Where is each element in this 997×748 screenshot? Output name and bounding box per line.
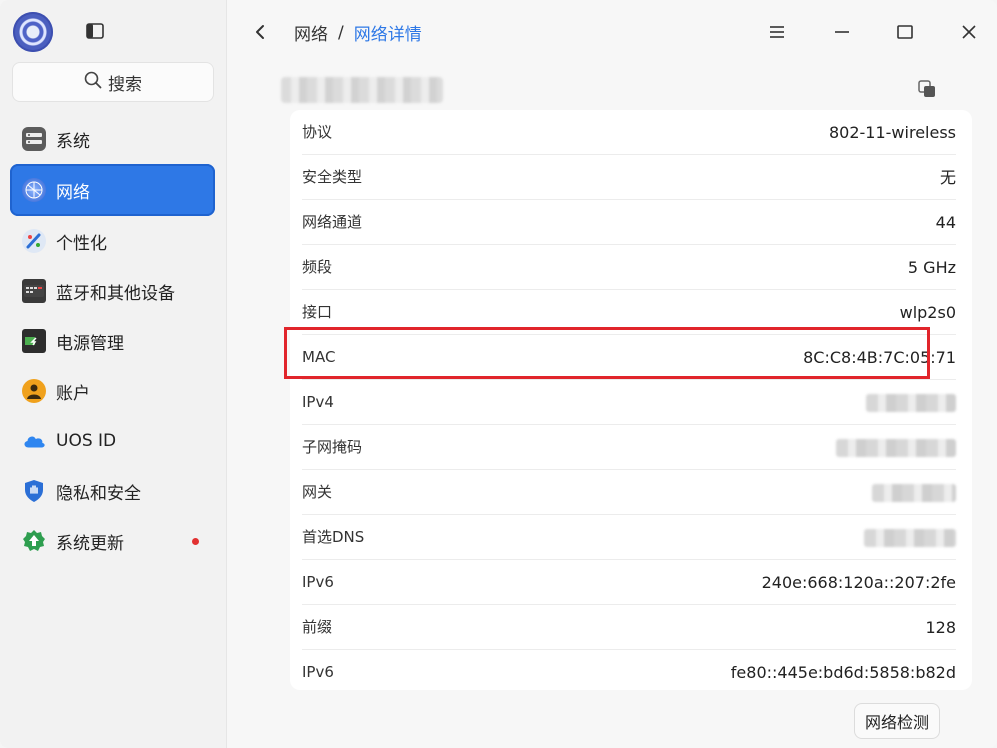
breadcrumb: 网络 / 网络详情: [294, 20, 422, 46]
copy-icon[interactable]: [918, 80, 936, 98]
personalization-icon: [22, 229, 46, 253]
sidebar: 搜索 系统 网络 个性化 蓝牙和其他设备 电源管理 账户 UOS ID 隐私和安…: [0, 0, 227, 748]
detail-row-ipv6-link-local: IPv6 fe80::445e:bd6d:5858:b82d: [290, 650, 972, 695]
detail-key: 子网掩码: [302, 438, 363, 456]
detail-row-channel: 网络通道 44: [290, 200, 972, 245]
redacted-value: [864, 529, 956, 547]
detail-key: 安全类型: [302, 168, 363, 186]
back-button[interactable]: [251, 22, 271, 42]
detail-key: IPv4: [302, 393, 334, 411]
detail-key: 前缀: [302, 618, 333, 636]
titlebar: 网络 / 网络详情: [227, 0, 997, 64]
detail-row-protocol: 协议 802-11-wireless: [290, 110, 972, 155]
detail-key: IPv6: [302, 663, 334, 681]
breadcrumb-current: 网络详情: [353, 25, 422, 45]
detail-row-ipv4: IPv4: [290, 380, 972, 425]
detail-value: 5 GHz: [907, 258, 956, 277]
detail-value: 802-11-wireless: [828, 123, 956, 142]
detail-key: 网络通道: [302, 213, 363, 231]
network-details-card: 协议 802-11-wireless 安全类型 无 网络通道 44 频段 5 G…: [290, 110, 972, 690]
redacted-value: [866, 394, 956, 412]
update-badge-dot: [192, 537, 199, 545]
close-button[interactable]: [959, 22, 979, 42]
account-icon: [22, 379, 46, 403]
sidebar-item-update[interactable]: 系统更新: [10, 516, 215, 566]
sidebar-item-label: 系统更新: [56, 533, 124, 554]
detail-key: IPv6: [302, 573, 334, 591]
sidebar-item-label: 网络: [56, 182, 90, 203]
sidebar-item-power[interactable]: 电源管理: [10, 316, 215, 366]
sidebar-toggle-icon[interactable]: [86, 23, 104, 39]
mac-highlight-box: [284, 327, 930, 379]
settings-window: 搜索 系统 网络 个性化 蓝牙和其他设备 电源管理 账户 UOS ID 隐私和安…: [0, 0, 997, 748]
detail-row-gateway: 网关: [290, 470, 972, 515]
detail-value: 无: [939, 168, 956, 187]
detail-row-security: 安全类型 无: [290, 155, 972, 200]
detail-key: 频段: [302, 258, 333, 276]
sidebar-item-label: UOS ID: [56, 431, 117, 451]
control-center-logo-icon: [13, 12, 53, 52]
detail-value: 128: [925, 618, 956, 637]
detail-key: 首选DNS: [302, 528, 365, 546]
sidebar-item-label: 隐私和安全: [56, 483, 141, 504]
detail-value: fe80::445e:bd6d:5858:b82d: [730, 663, 956, 682]
breadcrumb-parent[interactable]: 网络: [294, 20, 328, 45]
power-icon: [22, 329, 46, 353]
detail-row-dns: 首选DNS: [290, 515, 972, 560]
minimize-button[interactable]: [832, 22, 852, 42]
search-icon: [84, 71, 102, 93]
maximize-button[interactable]: [895, 22, 915, 42]
sidebar-nav: 系统 网络 个性化 蓝牙和其他设备 电源管理 账户 UOS ID 隐私和安全 系…: [10, 114, 215, 566]
sidebar-item-system[interactable]: 系统: [10, 114, 215, 164]
sidebar-item-label: 蓝牙和其他设备: [56, 283, 175, 304]
sidebar-item-label: 个性化: [56, 233, 107, 254]
sidebar-item-network[interactable]: 网络: [10, 164, 215, 216]
maximize-icon: [897, 25, 913, 39]
sidebar-item-privacy[interactable]: 隐私和安全: [10, 466, 215, 516]
cloud-icon: [22, 429, 46, 453]
breadcrumb-separator: /: [338, 22, 344, 43]
menu-button[interactable]: [767, 22, 787, 42]
detail-row-band: 频段 5 GHz: [290, 245, 972, 290]
detail-key: 协议: [302, 123, 333, 141]
chevron-left-icon: [256, 25, 264, 39]
close-icon: [962, 25, 976, 39]
sidebar-item-account[interactable]: 账户: [10, 366, 215, 416]
detail-row-prefix: 前缀 128: [290, 605, 972, 650]
sidebar-item-bluetooth[interactable]: 蓝牙和其他设备: [10, 266, 215, 316]
detail-value: 240e:668:120a::207:2fe: [761, 573, 956, 592]
network-name-redacted: [281, 77, 443, 103]
network-check-button[interactable]: 网络检测: [854, 703, 940, 739]
sidebar-item-label: 账户: [56, 383, 90, 404]
sidebar-item-uos-id[interactable]: UOS ID: [10, 416, 215, 466]
privacy-shield-icon: [22, 479, 46, 503]
detail-key: 网关: [302, 483, 333, 501]
minimize-icon: [835, 31, 849, 33]
redacted-value: [872, 484, 956, 502]
system-icon: [22, 127, 46, 151]
sidebar-item-label: 系统: [56, 131, 90, 152]
bluetooth-devices-icon: [22, 279, 46, 303]
detail-row-ipv6-global: IPv6 240e:668:120a::207:2fe: [290, 560, 972, 605]
detail-value: 44: [935, 213, 956, 232]
search-box[interactable]: 搜索: [12, 62, 214, 102]
update-icon: [22, 529, 46, 553]
detail-row-subnet: 子网掩码: [290, 425, 972, 470]
menu-icon: [770, 26, 784, 38]
network-icon: [22, 178, 46, 202]
search-label: 搜索: [108, 74, 142, 95]
sidebar-item-personalization[interactable]: 个性化: [10, 216, 215, 266]
redacted-value: [836, 439, 956, 457]
sidebar-item-label: 电源管理: [56, 333, 124, 354]
